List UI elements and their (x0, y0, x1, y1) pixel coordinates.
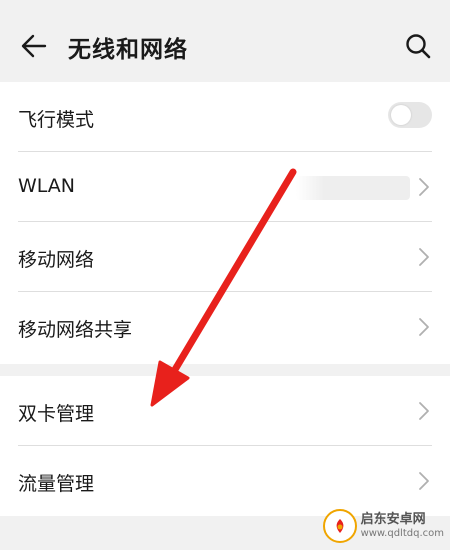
settings-row-mobile-network[interactable]: 移动网络 (18, 222, 432, 292)
settings-row-wlan[interactable]: WLAN (18, 152, 432, 222)
dual-sim-label: 双卡管理 (18, 403, 95, 425)
data-usage-label: 流量管理 (18, 473, 95, 495)
watermark-text: 启东安卓网 www.qdltdq.com (360, 512, 444, 539)
chevron-right-icon (419, 472, 429, 490)
settings-row-airplane-mode[interactable]: 飞行模式 (18, 82, 432, 152)
watermark-logo-icon (322, 509, 357, 543)
search-icon (406, 34, 431, 59)
settings-group-network: 飞行模式 WLAN 移动网络 移动网络共享 (0, 82, 450, 364)
status-bar (0, 0, 450, 10)
app-header: 无线和网络 (0, 10, 450, 82)
toggle-knob (391, 105, 411, 125)
chevron-right-icon (419, 402, 429, 420)
mobile-network-label: 移动网络 (18, 249, 95, 271)
chevron-right-icon (419, 318, 429, 336)
arrow-left-icon (21, 34, 47, 58)
wlan-label: WLAN (18, 175, 76, 197)
watermark-url: www.qdltdq.com (360, 527, 444, 539)
settings-screen: 无线和网络 飞行模式 WLAN 移动网络 移动网络共享 双卡管理 流量管理 启东… (0, 0, 450, 550)
chevron-right-icon (419, 178, 429, 196)
back-button[interactable] (14, 26, 54, 66)
wlan-value-obscured (296, 176, 410, 200)
settings-row-tethering[interactable]: 移动网络共享 (18, 292, 432, 362)
search-button[interactable] (398, 26, 438, 66)
chevron-right-icon (419, 248, 429, 266)
settings-group-sim: 双卡管理 流量管理 (0, 376, 450, 516)
page-title: 无线和网络 (68, 37, 188, 63)
watermark: 启东安卓网 www.qdltdq.com (322, 506, 444, 546)
watermark-name: 启东安卓网 (360, 512, 426, 528)
tethering-label: 移动网络共享 (18, 319, 133, 341)
airplane-mode-toggle[interactable] (388, 102, 432, 128)
airplane-mode-label: 飞行模式 (18, 109, 95, 131)
settings-row-dual-sim[interactable]: 双卡管理 (18, 376, 432, 446)
